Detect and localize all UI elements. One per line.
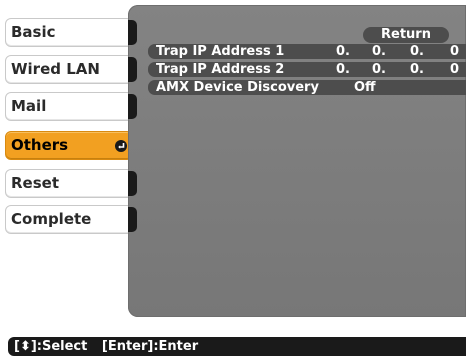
ip-octet-2[interactable]: 0.	[372, 62, 386, 77]
ip-octet-1[interactable]: 0.	[336, 62, 350, 77]
ip-octet-1[interactable]: 0.	[336, 44, 350, 59]
enter-arrow-glyph	[118, 143, 125, 149]
menu-item-mail[interactable]: Mail	[5, 92, 133, 121]
ip-octet-3[interactable]: 0.	[410, 44, 424, 59]
setting-label: Trap IP Address 2	[156, 62, 285, 77]
menu-connector	[128, 171, 137, 196]
enter-hint: [Enter]:Enter	[101, 339, 199, 354]
setting-label: AMX Device Discovery	[156, 80, 319, 95]
setting-value[interactable]: Off	[354, 80, 376, 95]
status-bar: [⬍]:Select [Enter]:Enter	[8, 337, 466, 356]
trap-ip-address-2-row[interactable]: Trap IP Address 2 0. 0. 0. 0	[148, 62, 466, 77]
select-hint: [⬍]:Select	[14, 339, 88, 354]
ip-octet-3[interactable]: 0.	[410, 62, 424, 77]
menu-item-label: Wired LAN	[11, 60, 100, 78]
menu-item-complete[interactable]: Complete	[5, 205, 133, 234]
setting-label: Trap IP Address 1	[156, 44, 285, 59]
menu-item-others[interactable]: Others	[5, 131, 133, 160]
menu-item-label: Complete	[11, 210, 92, 228]
enter-icon	[115, 140, 127, 152]
menu-connector	[128, 94, 137, 119]
menu-item-label: Basic	[11, 23, 56, 41]
menu-item-label: Mail	[11, 97, 47, 115]
ip-octet-4[interactable]: 0	[450, 44, 459, 59]
amx-device-discovery-row[interactable]: AMX Device Discovery Off	[148, 80, 466, 95]
return-button[interactable]: Return	[363, 27, 449, 43]
sidebar-menu: Basic Wired LAN Mail Others Reset Comple…	[0, 0, 140, 320]
ip-octet-4[interactable]: 0	[450, 62, 459, 77]
menu-connector	[128, 207, 137, 232]
menu-connector	[128, 20, 137, 45]
ip-octet-2[interactable]: 0.	[372, 44, 386, 59]
menu-item-wired-lan[interactable]: Wired LAN	[5, 55, 133, 84]
menu-item-label: Reset	[11, 174, 59, 192]
menu-item-label: Others	[11, 136, 69, 154]
menu-item-reset[interactable]: Reset	[5, 169, 133, 198]
menu-connector	[128, 57, 137, 82]
trap-ip-address-1-row[interactable]: Trap IP Address 1 0. 0. 0. 0	[148, 44, 466, 59]
menu-item-basic[interactable]: Basic	[5, 18, 133, 47]
